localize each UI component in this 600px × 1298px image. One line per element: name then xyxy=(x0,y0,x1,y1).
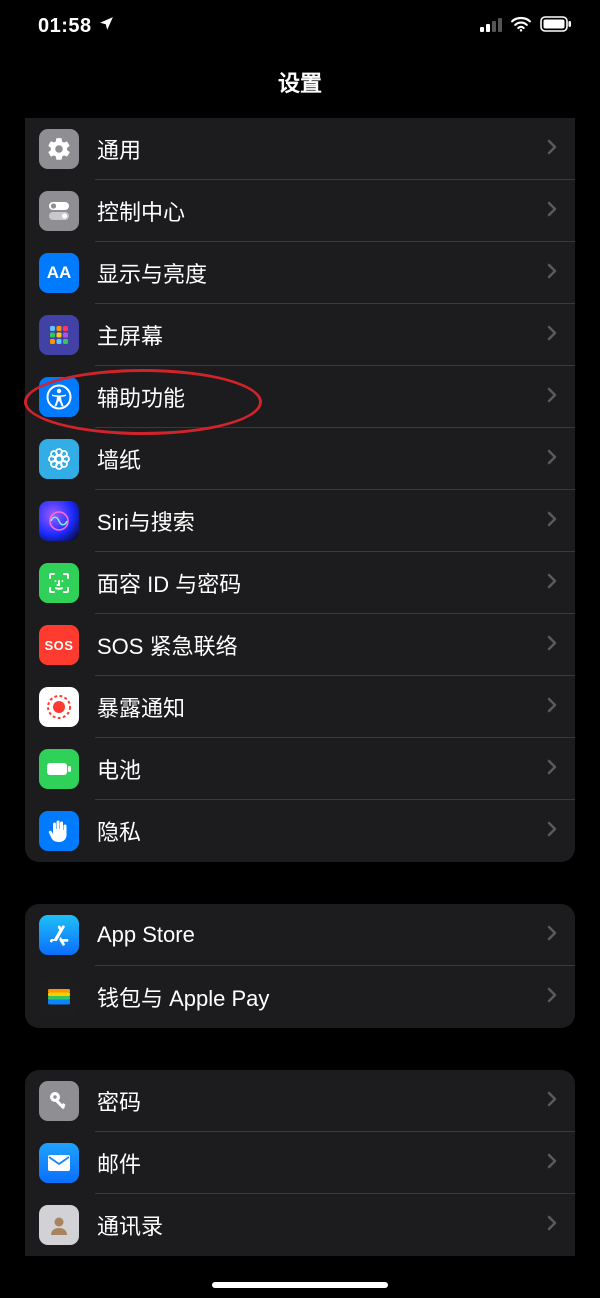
row-wallet[interactable]: 钱包与 Apple Pay xyxy=(25,966,575,1028)
row-app-store[interactable]: App Store xyxy=(25,904,575,966)
home-indicator[interactable] xyxy=(212,1282,388,1288)
row-battery[interactable]: 电池 xyxy=(25,738,575,800)
chevron-right-icon xyxy=(547,759,557,780)
row-passwords[interactable]: 密码 xyxy=(25,1070,575,1132)
accessibility-icon xyxy=(39,377,79,417)
chevron-right-icon xyxy=(547,925,557,946)
status-bar: 01:58 xyxy=(0,0,600,48)
row-label: App Store xyxy=(97,922,547,948)
row-label: 隐私 xyxy=(97,815,547,847)
row-siri[interactable]: Siri与搜索 xyxy=(25,490,575,552)
chevron-right-icon xyxy=(547,263,557,284)
key-icon xyxy=(39,1081,79,1121)
mail-icon xyxy=(39,1143,79,1183)
aa-icon: AA xyxy=(39,253,79,293)
hand-icon xyxy=(39,811,79,851)
wallet-icon xyxy=(39,977,79,1017)
chevron-right-icon xyxy=(547,387,557,408)
row-label: 通用 xyxy=(97,133,547,165)
appstore-icon xyxy=(39,915,79,955)
settings-group-3: 密码 邮件 通讯录 xyxy=(25,1070,575,1256)
gear-icon xyxy=(39,129,79,169)
row-label: 电池 xyxy=(97,753,547,785)
row-privacy[interactable]: 隐私 xyxy=(25,800,575,862)
exposure-icon xyxy=(39,687,79,727)
battery-icon xyxy=(540,15,572,38)
row-label: 主屏幕 xyxy=(97,319,547,351)
battery-icon xyxy=(39,749,79,789)
chevron-right-icon xyxy=(547,821,557,842)
flower-icon xyxy=(39,439,79,479)
chevron-right-icon xyxy=(547,1215,557,1236)
row-label: 暴露通知 xyxy=(97,691,547,723)
chevron-right-icon xyxy=(547,201,557,222)
settings-group-2: App Store 钱包与 Apple Pay xyxy=(25,904,575,1028)
row-label: 钱包与 Apple Pay xyxy=(97,981,547,1013)
status-time: 01:58 xyxy=(38,15,92,38)
status-left: 01:58 xyxy=(38,15,115,38)
faceid-icon xyxy=(39,563,79,603)
row-label: 墙纸 xyxy=(97,443,547,475)
chevron-right-icon xyxy=(547,511,557,532)
row-home-screen[interactable]: 主屏幕 xyxy=(25,304,575,366)
row-label: 控制中心 xyxy=(97,195,547,227)
sos-icon: SOS xyxy=(39,625,79,665)
row-label: 邮件 xyxy=(97,1147,547,1179)
row-label: 通讯录 xyxy=(97,1209,547,1241)
settings-group-1: 通用 控制中心 AA 显示与亮度 主屏幕 xyxy=(25,118,575,862)
settings-list: 通用 控制中心 AA 显示与亮度 主屏幕 xyxy=(0,118,600,1256)
row-sos[interactable]: SOS SOS 紧急联络 xyxy=(25,614,575,676)
page-title: 设置 xyxy=(0,48,600,118)
row-wallpaper[interactable]: 墙纸 xyxy=(25,428,575,490)
row-label: SOS 紧急联络 xyxy=(97,629,547,661)
chevron-right-icon xyxy=(547,1091,557,1112)
row-label: 面容 ID 与密码 xyxy=(97,567,547,599)
toggle-icon xyxy=(39,191,79,231)
row-faceid[interactable]: 面容 ID 与密码 xyxy=(25,552,575,614)
row-general[interactable]: 通用 xyxy=(25,118,575,180)
chevron-right-icon xyxy=(547,635,557,656)
chevron-right-icon xyxy=(547,1153,557,1174)
wifi-icon xyxy=(510,15,532,38)
contacts-icon xyxy=(39,1205,79,1245)
row-label: 辅助功能 xyxy=(97,381,547,413)
row-accessibility[interactable]: 辅助功能 xyxy=(25,366,575,428)
row-contacts[interactable]: 通讯录 xyxy=(25,1194,575,1256)
row-mail[interactable]: 邮件 xyxy=(25,1132,575,1194)
chevron-right-icon xyxy=(547,139,557,160)
chevron-right-icon xyxy=(547,325,557,346)
chevron-right-icon xyxy=(547,573,557,594)
siri-icon xyxy=(39,501,79,541)
status-right xyxy=(480,15,572,38)
row-label: 显示与亮度 xyxy=(97,257,547,289)
location-icon xyxy=(98,15,115,38)
grid-icon xyxy=(39,315,79,355)
row-exposure[interactable]: 暴露通知 xyxy=(25,676,575,738)
chevron-right-icon xyxy=(547,987,557,1008)
row-control-center[interactable]: 控制中心 xyxy=(25,180,575,242)
row-label: 密码 xyxy=(97,1085,547,1117)
cellular-icon xyxy=(480,15,502,38)
chevron-right-icon xyxy=(547,697,557,718)
row-display[interactable]: AA 显示与亮度 xyxy=(25,242,575,304)
chevron-right-icon xyxy=(547,449,557,470)
row-label: Siri与搜索 xyxy=(97,505,547,537)
